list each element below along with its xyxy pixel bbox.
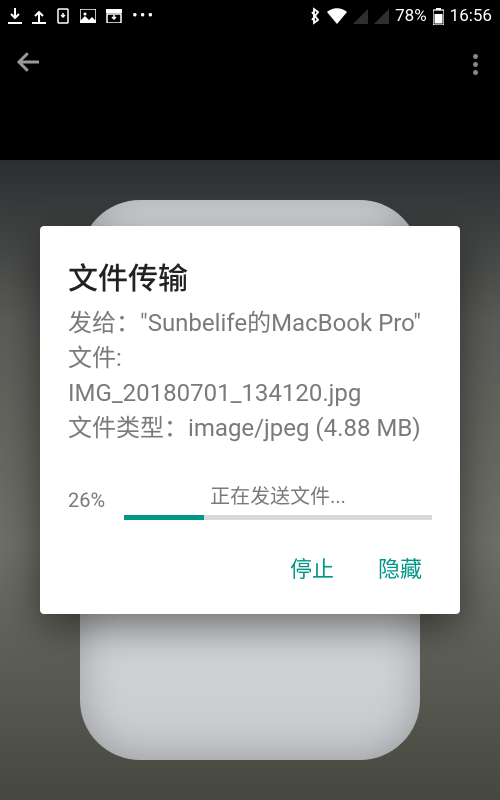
stop-button[interactable]: 停止 — [286, 546, 338, 590]
recipient-name: "Sunbelife的MacBook Pro" — [140, 309, 421, 337]
dialog-title: 文件传输 — [68, 254, 432, 298]
file-name: IMG_20180701_134120.jpg — [68, 379, 361, 407]
file-mime: image/jpeg — [188, 414, 309, 442]
dialog-body: 发给："Sunbelife的MacBook Pro" 文件: IMG_20180… — [68, 306, 432, 445]
dialog-actions: 停止 隐藏 — [68, 546, 432, 598]
file-size: (4.88 MB) — [315, 414, 420, 442]
hide-button[interactable]: 隐藏 — [374, 546, 426, 590]
progress-bar — [124, 515, 432, 520]
file-label: 文件: — [68, 344, 122, 372]
dialog-scrim: 文件传输 发给："Sunbelife的MacBook Pro" 文件: IMG_… — [0, 0, 500, 800]
file-transfer-dialog: 文件传输 发给："Sunbelife的MacBook Pro" 文件: IMG_… — [40, 226, 460, 613]
progress-status-label: 正在发送文件... — [124, 480, 432, 509]
recipient-label: 发给： — [68, 309, 140, 337]
file-type-label: 文件类型： — [68, 414, 188, 442]
progress-section: 26% 正在发送文件... — [68, 480, 432, 520]
progress-percent: 26% — [68, 488, 114, 512]
progress-bar-fill — [124, 515, 204, 520]
